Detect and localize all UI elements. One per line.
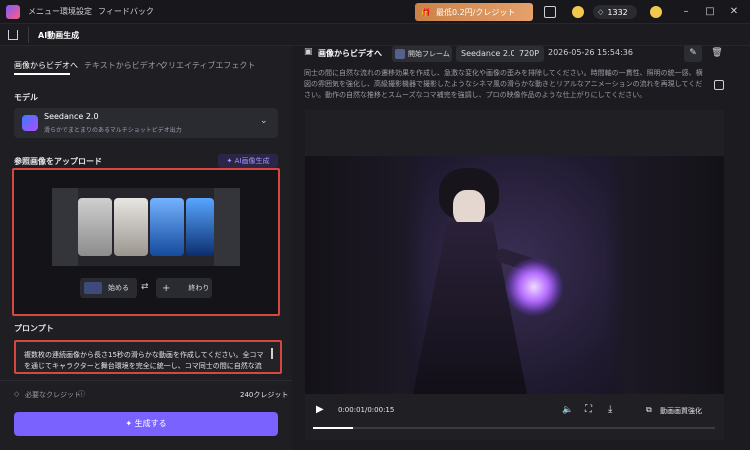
maximize-icon[interactable]: □: [702, 4, 718, 20]
home-icon[interactable]: [8, 30, 18, 40]
fullscreen-icon[interactable]: ⛶: [585, 404, 592, 415]
active-tab-underline: [14, 73, 70, 75]
diamond-icon: ◇: [598, 8, 604, 16]
tab-creative-effects[interactable]: クリエイティブエフェクト: [160, 60, 255, 71]
swap-icon[interactable]: ⇄: [141, 282, 149, 292]
scene-pillars-left: [305, 156, 425, 394]
volume-icon[interactable]: 🔈: [562, 405, 573, 415]
feedback-button[interactable]: フィードバック: [98, 6, 154, 17]
prompt-label: プロンプト: [14, 324, 54, 333]
promo-text: 最低0.2円/クレジット: [435, 7, 516, 17]
scene-pillars-right: [605, 156, 724, 394]
coin-icon[interactable]: [572, 6, 584, 18]
ai-image-generate-button[interactable]: ✦ AI画像生成: [218, 154, 278, 168]
seedance-logo-icon: [22, 115, 38, 131]
menu-button[interactable]: メニュー: [28, 6, 60, 17]
notes-icon[interactable]: [544, 6, 556, 18]
generate-button[interactable]: ✦ 生成する: [14, 412, 278, 436]
resolution-chip: 720P: [514, 46, 545, 62]
model-name: Seedance 2.0: [44, 112, 99, 121]
sparkle-icon: ✦: [125, 419, 135, 428]
gift-icon: 🎁: [421, 7, 431, 17]
close-icon[interactable]: ✕: [726, 4, 742, 20]
model-label: モデル: [14, 93, 38, 102]
character-coat: [413, 222, 527, 394]
settings-button[interactable]: 環境設定: [60, 6, 92, 17]
preview-padding-left: [52, 188, 78, 266]
model-chip: Seedance 2.0: [456, 46, 521, 62]
text-cursor: [271, 348, 273, 359]
download-icon[interactable]: ⤓: [608, 404, 612, 415]
model-selector[interactable]: Seedance 2.0 滑らかでまとまりのあるマルチショットビデオ出力 ⌄: [14, 108, 278, 138]
page-title: AI動画生成: [38, 31, 80, 40]
mug-image-3: [150, 198, 184, 256]
start-frame-button[interactable]: 始める: [80, 278, 137, 298]
plus-icon: +: [162, 282, 171, 294]
ai-image-generate-label: AI画像生成: [234, 157, 270, 165]
prompt-input[interactable]: 複数枚の連続画像から長さ15秒の滑らかな動画を作成してください。全コマを通じてキ…: [16, 342, 280, 372]
diamond-icon: ◇: [14, 390, 20, 398]
copy-icon[interactable]: [714, 80, 724, 90]
minimize-icon[interactable]: –: [678, 4, 694, 20]
tab-text-to-video[interactable]: テキストからビデオへ: [84, 60, 164, 71]
end-frame-button[interactable]: + 終わり: [156, 278, 212, 298]
preview-padding-right: [214, 188, 240, 266]
result-title: 画像からビデオへ: [318, 49, 382, 58]
prompt-text: 複数枚の連続画像から長さ15秒の滑らかな動画を作成してください。全コマを通じてキ…: [24, 351, 264, 370]
tab-image-to-video[interactable]: 画像からビデオへ: [14, 60, 78, 71]
enhance-button[interactable]: 動画画質強化: [660, 406, 702, 416]
edit-icon[interactable]: ✎: [684, 45, 702, 62]
app-logo-icon: [6, 5, 20, 19]
user-avatar-icon[interactable]: [650, 6, 662, 18]
firstframe-chip: 開始フレーム: [392, 46, 452, 62]
divider: [0, 380, 292, 381]
divider: [28, 27, 29, 43]
model-description: 滑らかでまとまりのあるマルチショットビデオ出力: [44, 127, 182, 134]
breadcrumb-bar: AI動画生成: [0, 24, 750, 46]
prompt-description: 同士の間に自然な流れの遷移効果を作成し、急激な変化や画像の歪みを排除してください…: [304, 69, 703, 99]
info-icon[interactable]: ⓘ: [78, 389, 85, 399]
video-time: 0:00:01/0:00:15: [338, 406, 395, 414]
magic-orb: [505, 258, 563, 316]
credit-value: 240クレジット: [240, 391, 289, 399]
mug-image-4: [186, 198, 214, 256]
firstframe-thumbnail: [395, 49, 405, 59]
reference-image-label: 参照画像をアップロード: [14, 157, 102, 166]
progress-track[interactable]: [313, 427, 715, 429]
mug-image-1: [78, 198, 112, 256]
start-frame-thumbnail: [84, 282, 102, 294]
required-credit-label: 必要なクレジット: [25, 391, 81, 399]
end-frame-label: 終わり: [188, 284, 210, 292]
character-face: [453, 190, 485, 226]
reference-image-preview[interactable]: [52, 188, 240, 266]
play-icon[interactable]: ▶: [316, 404, 324, 415]
title-bar: メニュー 環境設定 フィードバック 🎁 最低0.2円/クレジット ◇ 1332 …: [0, 0, 750, 24]
chevron-down-icon: ⌄: [260, 116, 268, 126]
credits-counter[interactable]: ◇ 1332: [593, 5, 637, 19]
firstframe-chip-label: 開始フレーム: [408, 50, 450, 58]
timestamp: 2026-05-26 15:54:36: [548, 48, 633, 57]
mug-image-2: [114, 198, 148, 256]
promo-banner[interactable]: 🎁 最低0.2円/クレジット: [415, 3, 533, 21]
progress-fill: [313, 427, 354, 429]
trash-icon[interactable]: 🗑: [708, 45, 726, 62]
sparkle-icon: ✦: [226, 157, 235, 165]
enhance-icon[interactable]: ⧉: [646, 405, 652, 415]
start-frame-label: 始める: [108, 284, 129, 292]
generate-label: 生成する: [134, 419, 167, 428]
credits-value: 1332: [607, 7, 628, 17]
image-icon: ▣: [304, 47, 313, 57]
video-frame[interactable]: [305, 156, 724, 394]
